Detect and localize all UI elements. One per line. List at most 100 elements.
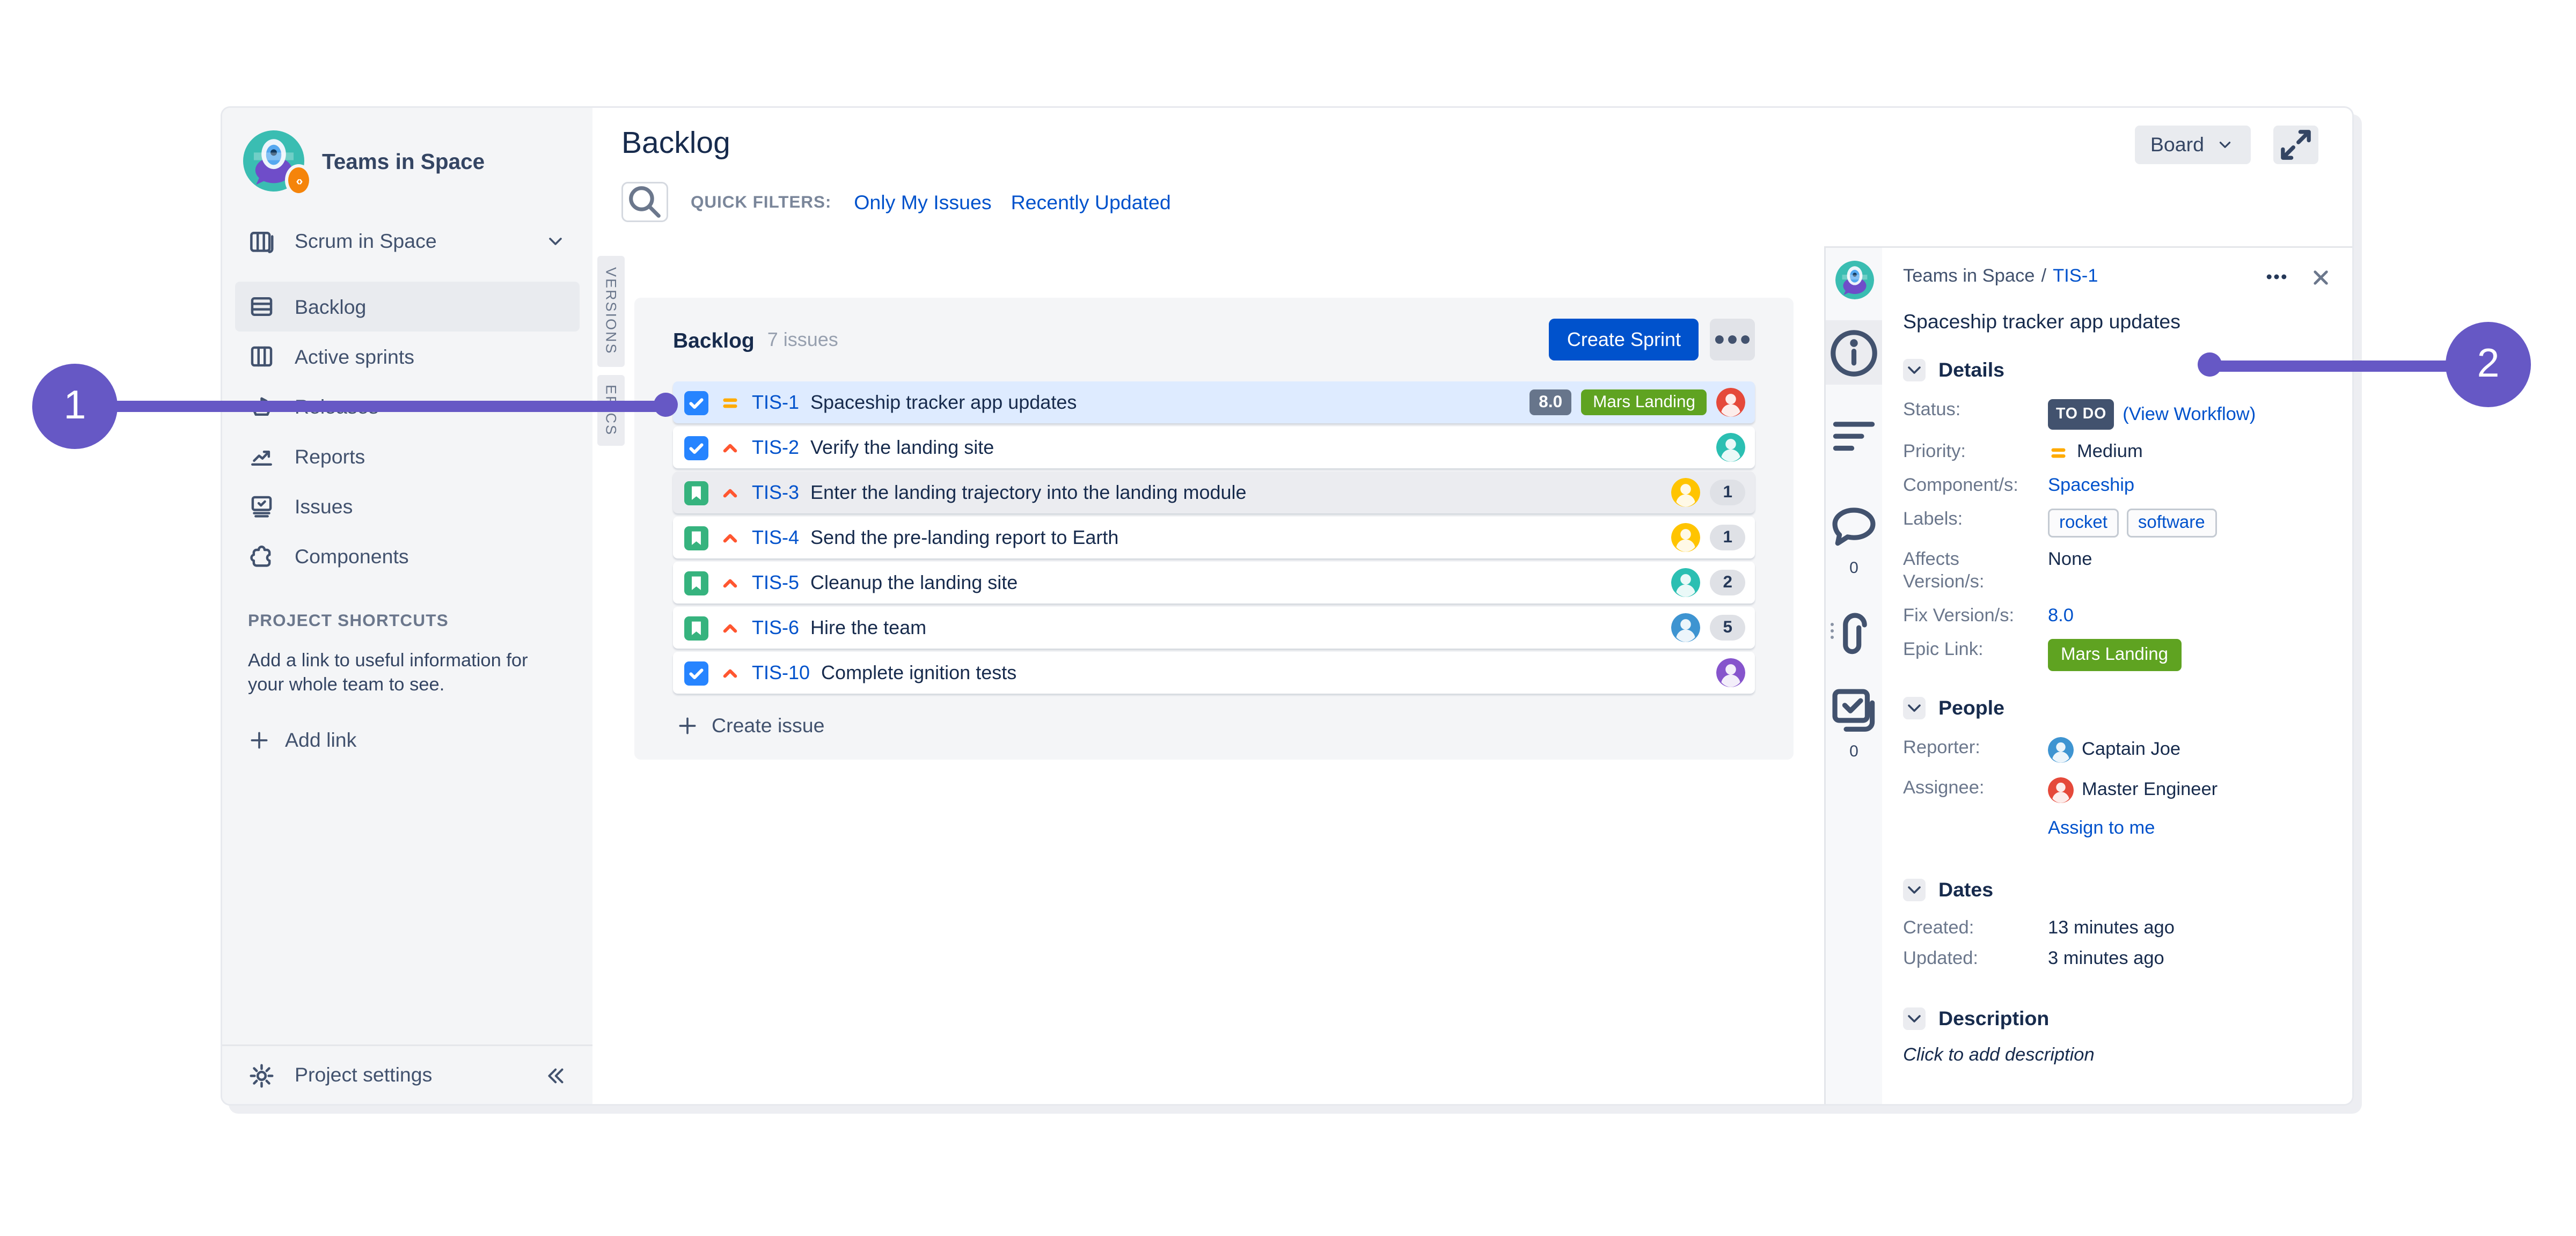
shortcuts-title: PROJECT SHORTCUTS — [248, 612, 449, 631]
attachments-button[interactable] — [1826, 604, 1882, 668]
issue-list: TIS-1 Spaceship tracker app updates 8.0 Mar… — [673, 381, 1755, 694]
issue-summary: Hire the team — [810, 616, 927, 639]
assignee-avatar — [1716, 658, 1745, 687]
fix-version-link[interactable]: 8.0 — [2048, 605, 2074, 628]
sidebar-nav: BacklogActive sprintsReleasesReportsIssu… — [222, 282, 592, 581]
epic-badge[interactable]: Mars Landing — [2048, 639, 2181, 671]
expand-icon — [2273, 122, 2318, 167]
app-window: ‹› Teams in Space Scrum in Space Backlog… — [221, 106, 2354, 1106]
gear-icon — [248, 1062, 275, 1089]
comments-button[interactable] — [1826, 494, 1882, 558]
issue-row-tis-2[interactable]: TIS-2 Verify the landing site — [673, 426, 1755, 468]
story-type-icon — [684, 615, 708, 640]
fix-version-label: Fix Version/s: — [1903, 607, 2015, 626]
estimate-badge: 8.0 — [1529, 389, 1572, 415]
sidebar-item-label: Backlog — [295, 295, 367, 318]
priority-high-icon — [720, 482, 741, 503]
issue-row-tis-3[interactable]: TIS-3 Enter the landing trajectory into t… — [673, 472, 1755, 513]
tab-versions[interactable]: VERSIONS — [597, 256, 625, 367]
subtask-count: 0 — [1849, 744, 1858, 761]
section-people[interactable]: People — [1903, 697, 2331, 719]
project-header: ‹› Teams in Space — [222, 108, 592, 204]
issue-row-tis-10[interactable]: TIS-10 Complete ignition tests — [673, 652, 1755, 694]
board-icon — [248, 228, 275, 255]
sidebar-item-issues[interactable]: Issues — [235, 481, 580, 531]
updated-value: 3 minutes ago — [2048, 950, 2164, 969]
description-placeholder[interactable]: Click to add description — [1903, 1046, 2331, 1065]
epic-link-label: Epic Link: — [1903, 641, 1984, 660]
annotation-dot-1 — [654, 393, 678, 417]
issue-row-tis-6[interactable]: TIS-6 Hire the team 5 — [673, 607, 1755, 649]
label-chip[interactable]: software — [2126, 509, 2216, 538]
issue-key[interactable]: TIS-1 — [752, 391, 799, 414]
create-sprint-button[interactable]: Create Sprint — [1549, 319, 1699, 360]
search-input[interactable] — [621, 182, 668, 222]
annotation-line-2 — [2219, 360, 2452, 371]
expand-button[interactable] — [2273, 126, 2318, 164]
issue-row-tis-5[interactable]: TIS-5 Cleanup the landing site 2 — [673, 562, 1755, 604]
sprints-icon — [248, 343, 275, 370]
project-settings-label: Project settings — [295, 1064, 433, 1086]
info-icon — [1826, 325, 1882, 381]
sidebar-item-label: Reports — [295, 445, 365, 468]
issue-key[interactable]: TIS-4 — [752, 526, 799, 549]
detail-icon-rail: 0 0 — [1826, 248, 1882, 1104]
backlog-more-button[interactable] — [1710, 319, 1755, 360]
assignee-avatar — [2048, 777, 2074, 803]
sidebar-item-active-sprints[interactable]: Active sprints — [235, 332, 580, 381]
backlog-panel: Backlog 7 issues Create Sprint TIS-1 Spac… — [634, 298, 1794, 760]
backlog-panel-title: Backlog — [673, 327, 755, 352]
issue-summary: Complete ignition tests — [821, 661, 1017, 684]
field-list-button[interactable] — [1826, 404, 1882, 468]
add-link-button[interactable]: Add link — [248, 729, 567, 752]
page-title: Backlog — [621, 127, 730, 161]
assign-to-me-link[interactable]: Assign to me — [2048, 818, 2155, 840]
breadcrumb-issue-key[interactable]: TIS-1 — [2053, 267, 2098, 286]
search-icon — [623, 180, 667, 224]
sidebar-item-reports[interactable]: Reports — [235, 431, 580, 481]
issue-summary: Send the pre-landing report to Earth — [810, 526, 1119, 549]
issue-key[interactable]: TIS-6 — [752, 616, 799, 639]
project-settings[interactable]: Project settings — [222, 1044, 592, 1104]
breadcrumb-project[interactable]: Teams in Space — [1903, 267, 2035, 286]
issue-key[interactable]: TIS-10 — [752, 661, 810, 684]
quick-filter-link[interactable]: Only My Issues — [854, 191, 991, 214]
issue-summary: Cleanup the landing site — [810, 571, 1018, 594]
detail-more-button[interactable] — [2264, 264, 2289, 290]
section-description[interactable]: Description — [1903, 1007, 2331, 1030]
create-issue-label: Create issue — [712, 715, 825, 737]
issue-title: Spaceship tracker app updates — [1903, 311, 2181, 333]
collapse-sidebar-icon[interactable] — [543, 1063, 567, 1087]
create-issue-button[interactable]: Create issue — [673, 715, 1755, 737]
issue-key[interactable]: TIS-2 — [752, 436, 799, 459]
sidebar-item-backlog[interactable]: Backlog — [235, 282, 580, 332]
sidebar-item-label: Active sprints — [295, 345, 415, 368]
chevron-down-icon — [1903, 1007, 1926, 1030]
task-type-icon — [684, 435, 708, 460]
subtask-count-pill: 1 — [1710, 525, 1745, 550]
label-chip[interactable]: rocket — [2048, 509, 2119, 538]
comment-icon — [1826, 498, 1882, 555]
screenshot-root: ‹› Teams in Space Scrum in Space Backlog… — [0, 0, 2576, 1236]
close-icon[interactable] — [2310, 267, 2331, 288]
assignee-avatar — [1671, 478, 1701, 507]
project-shortcuts: PROJECT SHORTCUTS Add a link to useful i… — [222, 581, 592, 752]
issue-key[interactable]: TIS-3 — [752, 481, 799, 504]
quick-filter-link[interactable]: Recently Updated — [1011, 191, 1171, 214]
component-link[interactable]: Spaceship — [2048, 475, 2134, 497]
board-dropdown-button[interactable]: Board — [2134, 126, 2251, 164]
issue-key[interactable]: TIS-5 — [752, 571, 799, 594]
subtasks-button[interactable] — [1826, 678, 1882, 742]
components-label: Component/s: — [1903, 476, 2018, 496]
comment-count: 0 — [1849, 560, 1858, 578]
assignee-name: Master Engineer — [2082, 781, 2218, 800]
view-workflow-link[interactable]: (View Workflow) — [2123, 403, 2256, 426]
issue-detail-panel: 0 0 Teams in Space / TIS-1 Spaceship tra… — [1824, 246, 2352, 1104]
issue-row-tis-1[interactable]: TIS-1 Spaceship tracker app updates 8.0 Mar… — [673, 381, 1755, 423]
details-tab-button[interactable] — [1826, 320, 1882, 385]
section-dates[interactable]: Dates — [1903, 879, 2331, 901]
issue-row-tis-4[interactable]: TIS-4 Send the pre-landing report to Eart… — [673, 517, 1755, 558]
software-project-badge-icon: ‹› — [285, 164, 312, 196]
board-switcher[interactable]: Scrum in Space — [235, 220, 580, 262]
sidebar-item-components[interactable]: Components — [235, 531, 580, 581]
